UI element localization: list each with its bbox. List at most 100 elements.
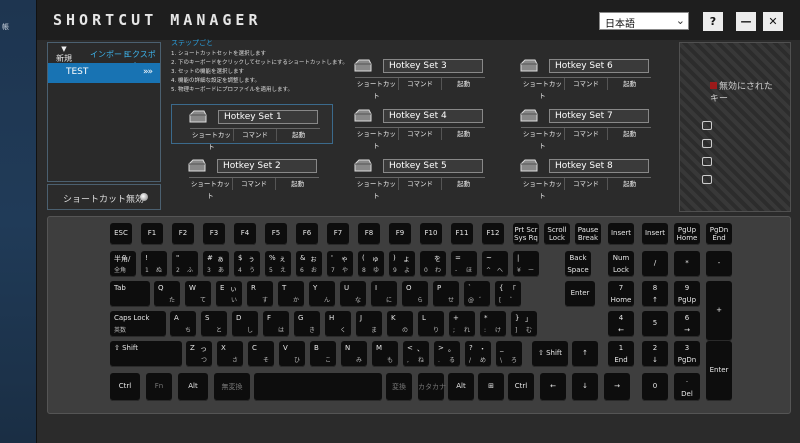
keyboard-key[interactable]: Ctrl xyxy=(508,373,534,401)
keyboard-key[interactable]: Rす xyxy=(247,281,273,307)
hotkey-set-card[interactable]: Hotkey Set 1 ショートカット コマンド 起動 xyxy=(171,104,333,151)
hotkey-option-launch[interactable]: 起動 xyxy=(275,178,319,190)
hotkey-option-shortcut[interactable]: ショートカット xyxy=(521,178,564,200)
keyboard-key[interactable]: ! 1 ぬ xyxy=(141,251,167,277)
keyboard-key[interactable]: 4 ← xyxy=(608,311,634,337)
keyboard-key[interactable]: Lり xyxy=(418,311,444,337)
keyboard-key[interactable]: ⊞ xyxy=(478,373,504,401)
keyboard-key[interactable]: *: け xyxy=(480,311,506,337)
keyboard-key[interactable]: * xyxy=(674,251,700,277)
keyboard-key[interactable]: Tab xyxy=(110,281,150,307)
language-select[interactable]: 日本語 ⌄ xyxy=(599,12,689,30)
keyboard-key[interactable]: Pause Break xyxy=(575,223,601,245)
keyboard-key[interactable]: Back Space xyxy=(565,251,591,277)
keyboard-key[interactable]: 1 End xyxy=(608,341,634,367)
keyboard-key[interactable]: 半角/全角 xyxy=(110,251,136,277)
hotkey-option-shortcut[interactable]: ショートカット xyxy=(190,129,233,151)
keyboard-key[interactable]: Caps Lock 英数 xyxy=(110,311,166,337)
hotkey-option-launch[interactable]: 起動 xyxy=(607,178,651,190)
keyboard-key[interactable]: " 2 ふ xyxy=(172,251,198,277)
keyboard-key[interactable]: # ぁ 3 あ xyxy=(203,251,229,277)
keyboard-key[interactable]: = - ほ xyxy=(451,251,477,277)
keyboard-key[interactable]: F4 xyxy=(234,223,256,245)
keyboard-key[interactable]: ⇧ Shift xyxy=(110,341,182,367)
hotkey-set-name[interactable]: Hotkey Set 1 xyxy=(218,110,318,124)
hotkey-set-name[interactable]: Hotkey Set 3 xyxy=(383,59,483,73)
shortcut-set-item[interactable]: TEST »» xyxy=(48,63,160,83)
keyboard-key[interactable]: Jま xyxy=(356,311,382,337)
keyboard-key[interactable]: ↑ xyxy=(572,341,598,367)
keyboard-key[interactable]: 無変換 xyxy=(214,373,250,401)
hotkey-set-name[interactable]: Hotkey Set 8 xyxy=(549,159,649,173)
keyboard-key[interactable]: } 」] む xyxy=(511,311,537,337)
hotkey-set-card[interactable]: Hotkey Set 5 ショートカット コマンド 起動 xyxy=(337,154,499,200)
hotkey-option-shortcut[interactable]: ショートカット xyxy=(189,178,232,200)
keyboard-key[interactable]: ↓ xyxy=(572,373,598,401)
minimize-button[interactable]: — xyxy=(736,12,756,31)
keyboard-key[interactable]: 9 PgUp xyxy=(674,281,700,307)
keyboard-key[interactable]: を0わ xyxy=(420,251,446,277)
keyboard-key[interactable]: ) ょ 9 よ xyxy=(389,251,415,277)
hotkey-set-card[interactable]: Hotkey Set 6 ショートカット コマンド 起動 xyxy=(503,54,665,100)
hotkey-set-card[interactable]: Hotkey Set 4 ショートカット コマンド 起動 xyxy=(337,104,499,150)
keyboard-key[interactable]: Ctrl xyxy=(110,373,140,401)
hotkey-option-command[interactable]: コマンド xyxy=(397,78,442,90)
keyboard-key[interactable]: ~ ^ へ xyxy=(482,251,508,277)
keyboard-key[interactable]: F5 xyxy=(265,223,287,245)
keyboard-key[interactable]: 6 → xyxy=(674,311,700,337)
hotkey-option-launch[interactable]: 起動 xyxy=(276,129,320,141)
keyboard-key[interactable]: → xyxy=(604,373,630,401)
keyboard-key[interactable]: ` @ ゛ xyxy=(464,281,490,307)
keyboard-key[interactable]: PgDn End xyxy=(706,223,732,245)
keyboard-key[interactable]: Hく xyxy=(325,311,351,337)
hotkey-option-command[interactable]: コマンド xyxy=(563,78,608,90)
keyboard-key[interactable]: 2 ↓ xyxy=(642,341,668,367)
hotkey-set-name[interactable]: Hotkey Set 4 xyxy=(383,109,483,123)
hotkey-option-command[interactable]: コマンド xyxy=(563,178,608,190)
keyboard-key[interactable]: Alt xyxy=(448,373,474,401)
keyboard-key[interactable]: F1 xyxy=(141,223,163,245)
keyboard-key[interactable]: Uな xyxy=(340,281,366,307)
keyboard-key[interactable]: Enter xyxy=(706,341,732,401)
disable-shortcut-toggle[interactable] xyxy=(140,193,148,201)
hotkey-option-shortcut[interactable]: ショートカット xyxy=(355,178,398,200)
keyboard-key[interactable]: Oら xyxy=(402,281,428,307)
keyboard-key[interactable]: . Del xyxy=(674,373,700,401)
keyboard-key[interactable]: Num Lock xyxy=(608,251,634,277)
keyboard-key[interactable]: $ ぅ 4 う xyxy=(234,251,260,277)
close-button[interactable]: ✕ xyxy=(763,12,783,31)
keyboard-key[interactable]: + xyxy=(706,281,732,341)
hotkey-set-card[interactable]: Hotkey Set 2 ショートカット コマンド 起動 xyxy=(171,154,333,200)
keyboard-key[interactable]: +; れ xyxy=(449,311,475,337)
keyboard-key[interactable]: PgUp Home xyxy=(674,223,700,245)
hotkey-option-shortcut[interactable]: ショートカット xyxy=(355,78,398,100)
keyboard-key[interactable]: Kの xyxy=(387,311,413,337)
keyboard-key[interactable]: (ゅ 8 ゆ xyxy=(358,251,384,277)
keyboard-key[interactable]: カタカナ xyxy=(418,373,446,401)
hotkey-option-launch[interactable]: 起動 xyxy=(441,78,485,90)
keyboard-key[interactable]: F12 xyxy=(482,223,504,245)
hotkey-option-command[interactable]: コマンド xyxy=(231,178,276,190)
hotkey-option-command[interactable]: コマンド xyxy=(397,128,442,140)
keyboard-key[interactable]: Gき xyxy=(294,311,320,337)
keyboard-key[interactable]: ' ゃ 7 や xyxy=(327,251,353,277)
keyboard-key[interactable]: - xyxy=(706,251,732,277)
keyboard-key[interactable]: ← xyxy=(540,373,566,401)
keyboard-key[interactable]: & ぉ 6 お xyxy=(296,251,322,277)
keyboard-key[interactable]: % ぇ 5 え xyxy=(265,251,291,277)
keyboard-key[interactable]: Pせ xyxy=(433,281,459,307)
keyboard-key[interactable]: Enter xyxy=(565,281,595,307)
keyboard-key[interactable]: Qた xyxy=(154,281,180,307)
keyboard-key[interactable]: {「 [゜ xyxy=(495,281,521,307)
new-set-button[interactable]: ▼ 新規 xyxy=(56,45,72,64)
keyboard-key[interactable]: Bこ xyxy=(310,341,336,367)
keyboard-key[interactable]: F9 xyxy=(389,223,411,245)
keyboard-key[interactable]: > 。. る xyxy=(434,341,460,367)
keyboard-key[interactable]: Nみ xyxy=(341,341,367,367)
keyboard-key[interactable]: Eぃい xyxy=(216,281,242,307)
keyboard-key[interactable]: Tか xyxy=(278,281,304,307)
keyboard-key[interactable]: 変換 xyxy=(386,373,412,401)
hotkey-option-launch[interactable]: 起動 xyxy=(607,78,651,90)
keyboard-key[interactable]: Xさ xyxy=(217,341,243,367)
keyboard-key[interactable]: Scroll Lock xyxy=(544,223,570,245)
